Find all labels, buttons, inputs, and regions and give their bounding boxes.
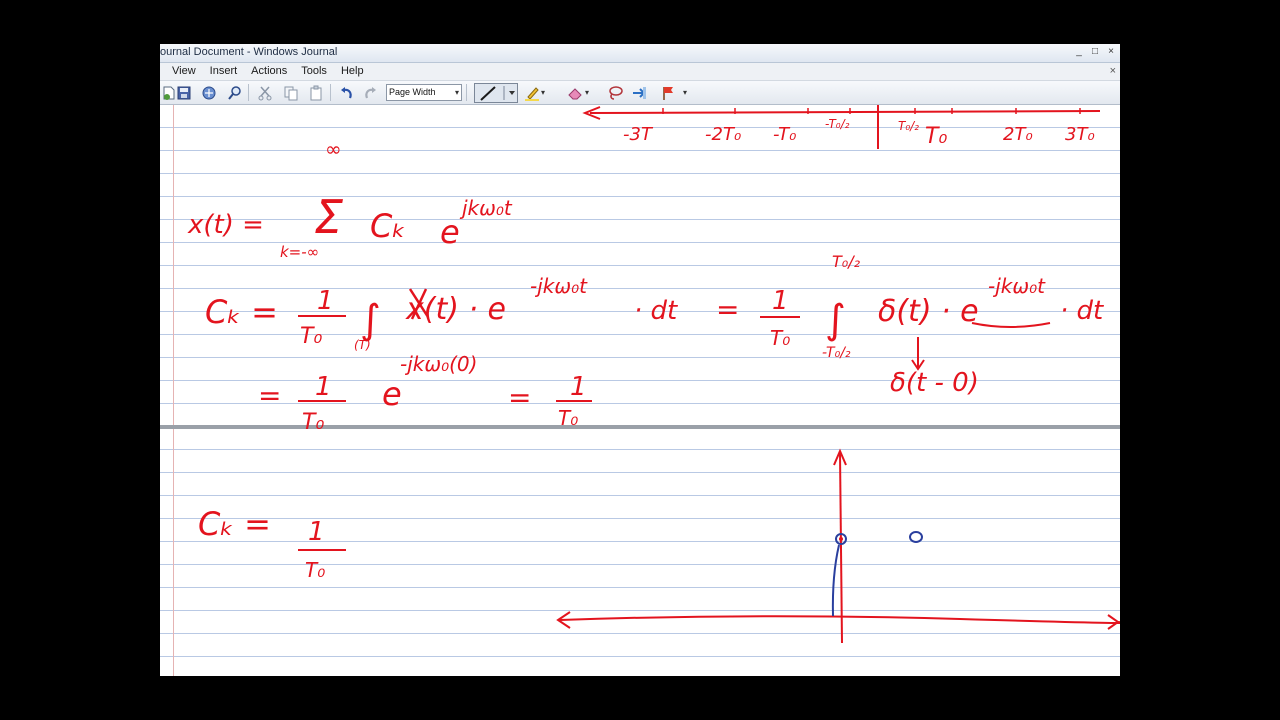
equals-sign: = xyxy=(716,293,739,326)
flag-dropdown[interactable]: ▾ xyxy=(680,84,690,101)
frac-den-5: T₀ xyxy=(305,558,325,582)
arrow-down xyxy=(911,337,925,371)
eq-sum: Σ xyxy=(314,190,343,244)
window-controls: _ □ × xyxy=(1072,45,1118,59)
eq-ck: Cₖ xyxy=(370,207,406,245)
impulse-stem xyxy=(831,544,840,617)
dt: · dt xyxy=(634,296,678,326)
document-close-button[interactable]: × xyxy=(1110,65,1116,77)
eq-x-lhs: x(t) = xyxy=(187,210,264,240)
eq-sum-lower: k=-∞ xyxy=(280,243,319,261)
redo-icon[interactable] xyxy=(362,84,380,101)
tick-label: T₀ xyxy=(925,124,947,149)
menu-insert[interactable]: Insert xyxy=(203,63,245,77)
ck-lhs: Cₖ = xyxy=(205,293,278,331)
eq-sum-upper: ∞ xyxy=(325,137,342,161)
close-button[interactable]: × xyxy=(1104,45,1118,59)
maximize-button[interactable]: □ xyxy=(1088,45,1102,59)
frac-den-3: T₀ xyxy=(302,410,324,435)
pen-tool-button[interactable] xyxy=(474,83,518,103)
chevron-down-icon: ▾ xyxy=(454,88,459,97)
tick-label: -T₀ xyxy=(773,124,796,145)
tick-label: -2T₀ xyxy=(705,124,741,145)
journal-window: ournal Document - Windows Journal _ □ × … xyxy=(160,44,1120,676)
lasso-icon[interactable] xyxy=(606,84,624,101)
delta-t: δ(t) · e xyxy=(878,294,979,329)
highlighter-dropdown[interactable]: ▾ xyxy=(538,84,548,101)
insert-space-icon[interactable] xyxy=(630,84,648,101)
save-icon[interactable] xyxy=(175,84,193,101)
toolbar-separator xyxy=(330,84,331,101)
flag-icon[interactable] xyxy=(660,84,678,101)
integral-upper: T₀/₂ xyxy=(832,252,861,271)
handwritten-ink: -3T -2T₀ -T₀ -T₀/₂ T₀/₂ T₀ 2T₀ 3T₀ x(t) … xyxy=(187,105,1120,644)
integral-sign-2: ∫ xyxy=(825,297,846,343)
frac-num-5: 1 xyxy=(308,517,325,547)
zoom-select[interactable]: Page Width ▾ xyxy=(386,84,462,101)
frac-num-3: 1 xyxy=(315,372,332,402)
delta-shift: δ(t - 0) xyxy=(890,368,979,398)
frac-den-4: T₀ xyxy=(558,406,578,430)
toolbar: Page Width ▾ ▾ ▾ ▾ xyxy=(160,81,1120,105)
underline-mark xyxy=(971,322,1051,328)
minimize-button[interactable]: _ xyxy=(1072,45,1086,59)
undo-icon[interactable] xyxy=(337,84,355,101)
pen-icon xyxy=(480,86,515,101)
menu-tools[interactable]: Tools xyxy=(294,63,334,77)
email-icon[interactable] xyxy=(200,84,218,101)
tick-label: -3T xyxy=(623,124,654,145)
x-of-t: x(t) · e xyxy=(405,292,506,327)
frac-num-4: 1 xyxy=(570,372,587,402)
neg-exp-2: -jkω₀t xyxy=(988,274,1046,298)
toolbar-separator xyxy=(248,84,249,101)
menu-bar: View Insert Actions Tools Help × xyxy=(160,63,1120,81)
zero-exp: -jkω₀(0) xyxy=(400,352,477,376)
impulse-marker-dot xyxy=(839,537,843,541)
frac-den-2: T₀ xyxy=(770,326,790,350)
zoom-value: Page Width xyxy=(389,87,436,97)
paste-icon[interactable] xyxy=(307,84,325,101)
frac-num-2: 1 xyxy=(772,286,789,316)
cut-icon[interactable] xyxy=(256,84,274,101)
find-icon[interactable] xyxy=(226,84,244,101)
integral-lower: -T₀/₂ xyxy=(822,345,851,361)
menu-view[interactable]: View xyxy=(160,63,203,77)
eq-exp: jkω₀t xyxy=(459,196,513,220)
menu-actions[interactable]: Actions xyxy=(244,63,294,77)
menu-help[interactable]: Help xyxy=(334,63,371,77)
title-bar: ournal Document - Windows Journal _ □ × xyxy=(160,44,1120,63)
equals-sign-3: = xyxy=(508,381,531,414)
eraser-dropdown[interactable]: ▾ xyxy=(582,84,592,101)
frac-den: T₀ xyxy=(300,324,322,349)
impulse-marker xyxy=(909,531,923,543)
tick-label: 2T₀ xyxy=(1003,124,1033,145)
window-title: ournal Document - Windows Journal xyxy=(160,46,338,58)
ck2-lhs: Cₖ = xyxy=(198,505,271,543)
tick-label: T₀/₂ xyxy=(898,119,919,133)
eq-e: e xyxy=(440,213,460,251)
neg-exp: -jkω₀t xyxy=(530,274,588,298)
copy-icon[interactable] xyxy=(282,84,300,101)
integral-sign: ∫ xyxy=(360,297,381,343)
equals-sign-2: = xyxy=(258,379,281,412)
note-page[interactable]: -3T -2T₀ -T₀ -T₀/₂ T₀/₂ T₀ 2T₀ 3T₀ x(t) … xyxy=(160,105,1120,676)
e-2: e xyxy=(382,375,402,413)
tick-label: 3T₀ xyxy=(1065,124,1095,145)
dt-2: · dt xyxy=(1060,296,1104,326)
tick-label: -T₀/₂ xyxy=(825,117,850,131)
toolbar-separator xyxy=(466,84,467,101)
frac-num: 1 xyxy=(317,286,334,316)
integral-subscript: (T) xyxy=(354,338,371,352)
